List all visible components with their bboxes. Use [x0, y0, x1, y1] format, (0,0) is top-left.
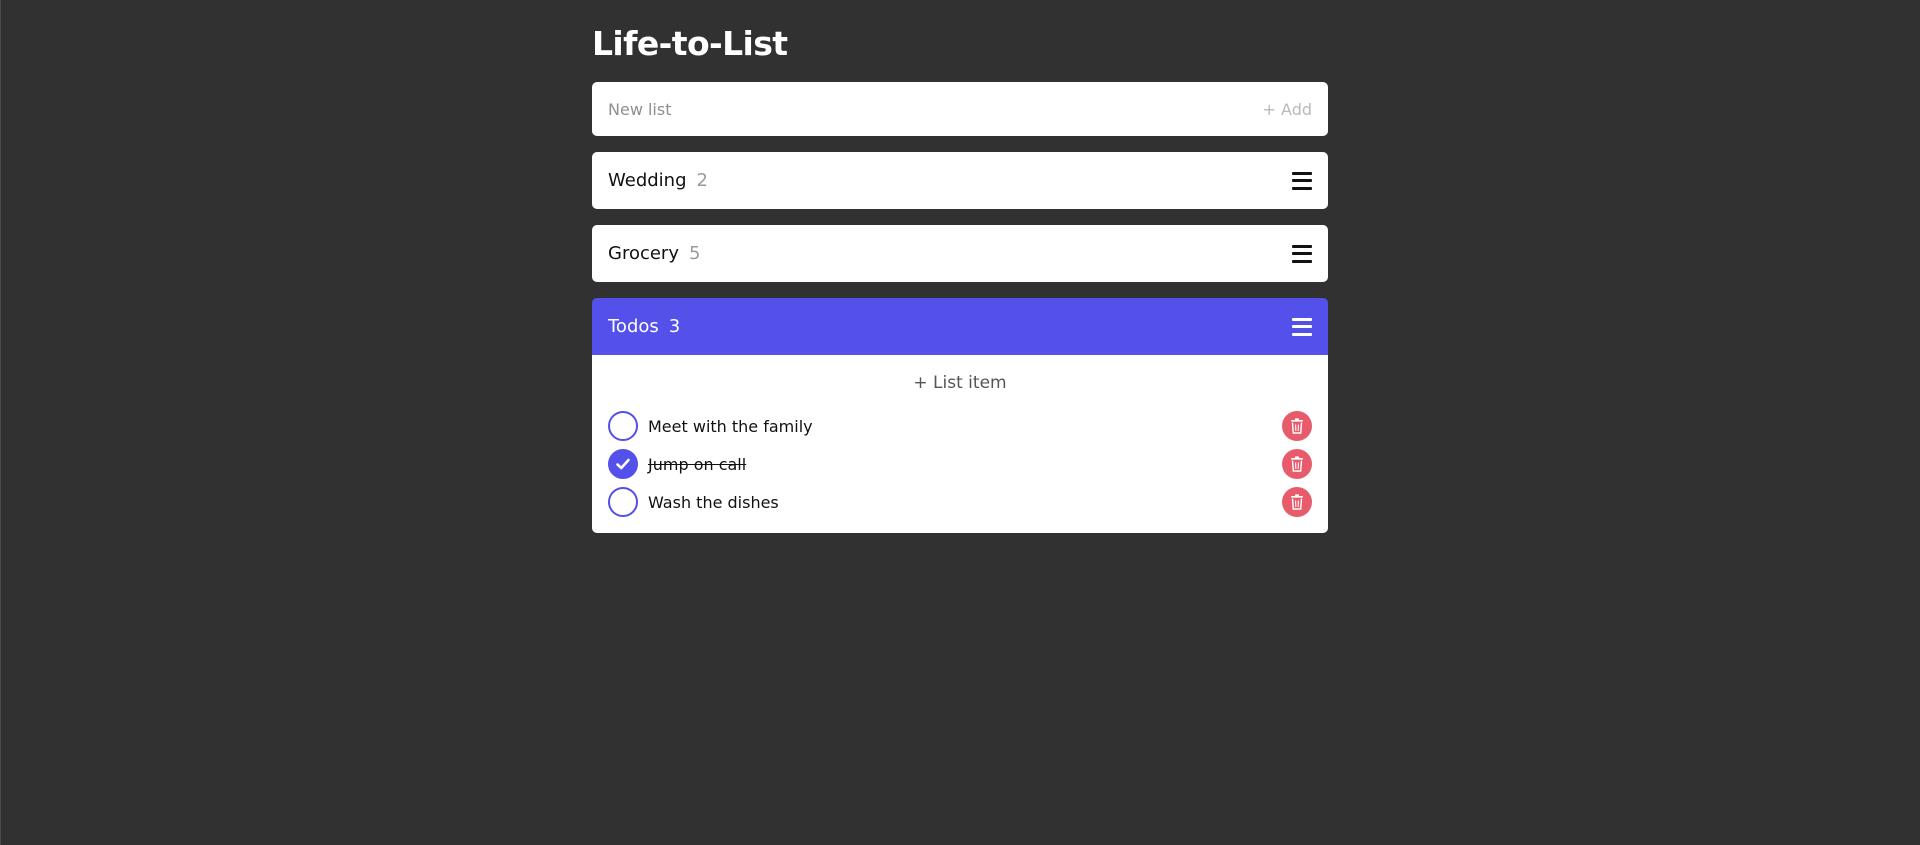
list-card-wedding[interactable]: Wedding 2 — [592, 152, 1328, 209]
item-checkbox[interactable] — [608, 411, 638, 441]
list-item: Jump on call — [608, 449, 1312, 479]
list-card-todos[interactable]: Todos 3 — [592, 298, 1328, 355]
trash-icon — [1291, 456, 1303, 472]
new-list-input[interactable] — [608, 94, 1263, 124]
list-count: 5 — [689, 243, 701, 264]
add-list-button[interactable]: + Add — [1263, 100, 1312, 119]
list-card-grocery[interactable]: Grocery 5 — [592, 225, 1328, 282]
list-count: 2 — [696, 170, 708, 191]
delete-item-button[interactable] — [1282, 487, 1312, 517]
delete-item-button[interactable] — [1282, 449, 1312, 479]
trash-icon — [1291, 494, 1303, 510]
list-count: 3 — [668, 316, 681, 337]
checkmark-icon — [616, 458, 630, 470]
item-text: Meet with the family — [648, 416, 813, 436]
list-name: Wedding — [608, 170, 687, 191]
item-checkbox[interactable] — [608, 487, 638, 517]
hamburger-menu-icon[interactable] — [1292, 171, 1312, 190]
todos-list-panel: + List item Meet with the family Jump on… — [592, 355, 1328, 533]
list-item: Wash the dishes — [608, 487, 1312, 517]
item-text: Jump on call — [648, 454, 747, 474]
window-edge — [0, 0, 1, 845]
item-text: Wash the dishes — [648, 492, 779, 512]
app-title: Life-to-List — [592, 24, 788, 63]
delete-item-button[interactable] — [1282, 411, 1312, 441]
item-checkbox-checked[interactable] — [608, 449, 638, 479]
list-item: Meet with the family — [608, 411, 1312, 441]
new-list-form: + Add — [592, 82, 1328, 136]
hamburger-menu-icon[interactable] — [1292, 317, 1312, 336]
list-name: Grocery — [608, 243, 679, 264]
trash-icon — [1291, 418, 1303, 434]
add-list-item-button[interactable]: + List item — [592, 373, 1328, 393]
hamburger-menu-icon[interactable] — [1292, 244, 1312, 263]
list-name: Todos — [608, 316, 659, 337]
